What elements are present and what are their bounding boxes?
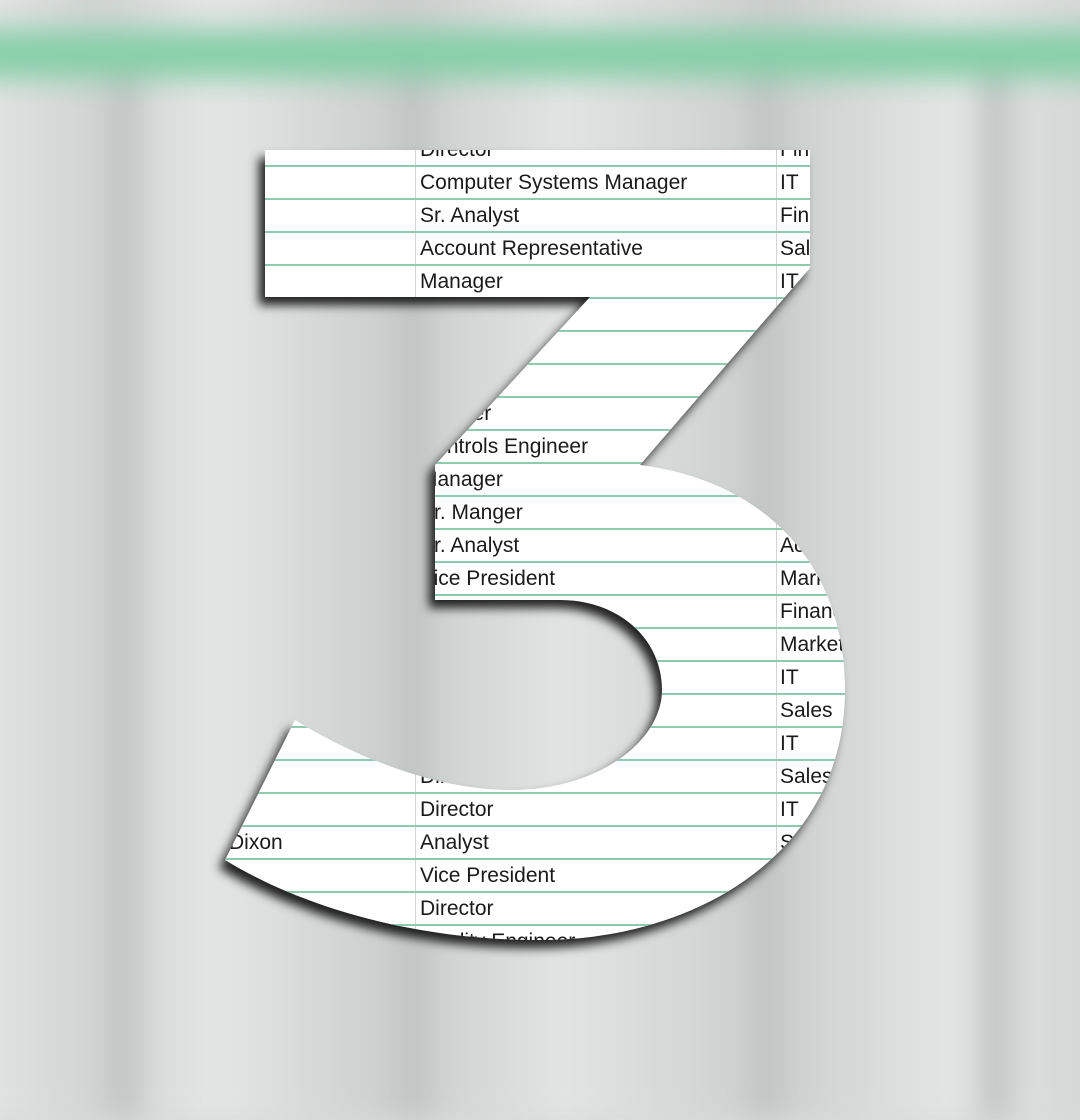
- table-row: Director Finance: [0, 134, 1080, 167]
- title-cell[interactable]: Analyst: [420, 831, 489, 855]
- table-row: IT: [0, 662, 1080, 695]
- title-cell[interactable]: Manager: [420, 270, 503, 294]
- department-cell[interactable]: Sales: [780, 699, 833, 723]
- department-cell[interactable]: Finance: [780, 600, 855, 624]
- table-row: Finance: [0, 596, 1080, 629]
- department-cell[interactable]: Accounting: [780, 534, 884, 558]
- name-cell[interactable]: Dixon: [229, 831, 283, 855]
- table-row: Dixon Analyst Sales: [0, 827, 1080, 860]
- table-row: dan Computer Systems Manager IT: [0, 167, 1080, 200]
- table-row: IT: [0, 728, 1080, 761]
- table-row: Analyst: [0, 365, 1080, 398]
- department-cell[interactable]: Sales: [780, 765, 833, 789]
- table-row: Sr. Manger: [0, 497, 1080, 530]
- title-cell[interactable]: Manager: [420, 468, 503, 492]
- title-cell[interactable]: Director: [420, 765, 494, 789]
- title-cell[interactable]: Analyst: [420, 369, 489, 393]
- title-cell[interactable]: Sr. Analyst: [420, 204, 519, 228]
- table-row: Quality Engineer: [0, 926, 1080, 959]
- department-cell[interactable]: Sales: [780, 237, 833, 261]
- department-cell[interactable]: IT: [780, 732, 799, 756]
- name-cell[interactable]: a: [229, 798, 241, 822]
- department-cell[interactable]: Marketing: [780, 633, 872, 657]
- department-cell[interactable]: Marketing: [780, 567, 872, 591]
- table-row: a Director IT: [0, 794, 1080, 827]
- table-row: Vice President: [0, 860, 1080, 893]
- table-row: Controls Engineer: [0, 431, 1080, 464]
- table-row: Manger: [0, 398, 1080, 431]
- table-row: Manager IT: [0, 266, 1080, 299]
- title-cell[interactable]: Director: [420, 798, 494, 822]
- title-cell[interactable]: Sr. Manger: [420, 501, 523, 525]
- department-cell[interactable]: Finance: [780, 204, 855, 228]
- title-cell[interactable]: Sr. Analyst: [420, 534, 519, 558]
- title-cell[interactable]: Vice President: [420, 864, 555, 888]
- title-cell[interactable]: Director: [420, 138, 494, 162]
- department-cell[interactable]: IT: [780, 798, 799, 822]
- table-row: [0, 332, 1080, 365]
- table-row: Account Representative Sales: [0, 233, 1080, 266]
- department-cell[interactable]: IT: [780, 270, 799, 294]
- table-row: Sr. Analyst Accounting: [0, 530, 1080, 563]
- title-cell[interactable]: Controls Engineer: [420, 435, 588, 459]
- table-row: Sr. Analyst Finance: [0, 200, 1080, 233]
- table-row: Vice President Marketing: [0, 563, 1080, 596]
- title-cell[interactable]: Quality Engineer: [420, 930, 575, 954]
- table-row: Director Sales: [0, 761, 1080, 794]
- name-cell[interactable]: dan: [229, 171, 264, 195]
- department-cell[interactable]: IT: [780, 666, 799, 690]
- title-cell[interactable]: Account Representative: [420, 237, 643, 261]
- table-row: Director: [0, 893, 1080, 926]
- spreadsheet-cutout: Director Finance dan Computer Systems Manag…: [0, 0, 1080, 1080]
- table-row: Sales: [0, 695, 1080, 728]
- title-cell[interactable]: Vice President: [420, 567, 555, 591]
- department-cell[interactable]: Sales: [780, 831, 833, 855]
- department-cell[interactable]: Finance: [780, 138, 855, 162]
- title-cell[interactable]: Director: [420, 897, 494, 921]
- table-row: Manager: [0, 464, 1080, 497]
- title-cell[interactable]: Manger: [420, 402, 491, 426]
- table-row: [0, 299, 1080, 332]
- title-cell[interactable]: Computer Systems Manager: [420, 171, 687, 195]
- table-row: Marketing: [0, 629, 1080, 662]
- department-cell[interactable]: IT: [780, 171, 799, 195]
- number-three-shape: Director Finance dan Computer Systems Manag…: [0, 0, 1080, 1080]
